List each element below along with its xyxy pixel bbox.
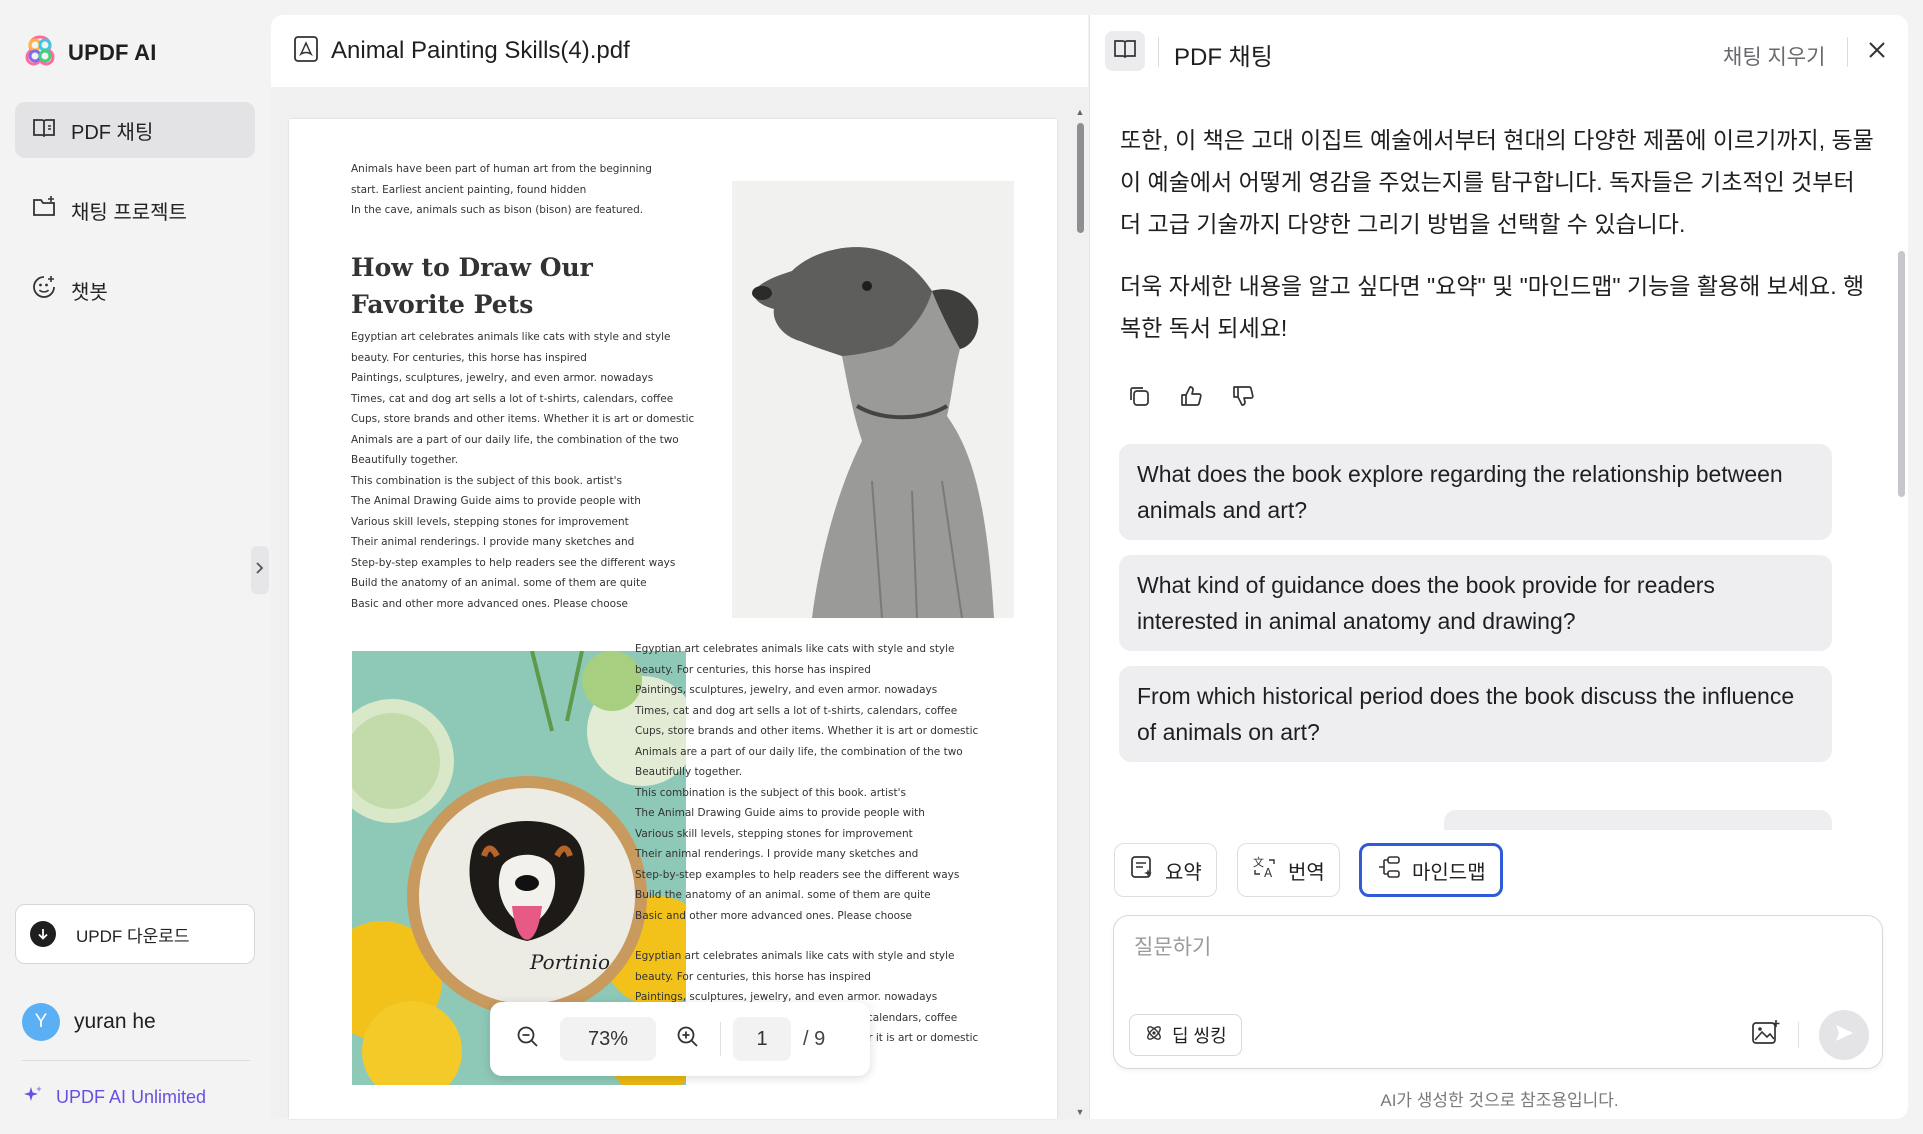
question-input[interactable]	[1134, 936, 1854, 960]
mindmap-icon	[1376, 854, 1402, 886]
deep-thinking-button[interactable]: 딥 씽킹	[1129, 1014, 1242, 1056]
user-account[interactable]: Y yuran he	[22, 1003, 156, 1041]
svg-text:文: 文	[1253, 855, 1264, 869]
sidebar-item-chat-projects[interactable]: 채팅 프로젝트	[15, 182, 255, 238]
outline-button[interactable]	[1105, 31, 1145, 71]
chat-title: PDF 채팅	[1174, 44, 1273, 71]
answer-paragraph: 더욱 자세한 내용을 알고 싶다면 "요약" 및 "마인드맵" 기능을 활용해 …	[1120, 273, 1865, 341]
page-total: / 9	[803, 1027, 826, 1050]
tool-label: 마인드맵	[1412, 861, 1486, 884]
pdf-body-text-left: Egyptian art celebrates animals like cat…	[351, 331, 695, 610]
image-upload-button[interactable]	[1748, 1016, 1784, 1052]
sidebar-divider	[22, 1060, 250, 1061]
thumbs-up-icon[interactable]	[1178, 383, 1204, 414]
document-title: Animal Painting Skills(4).pdf	[331, 37, 630, 64]
clear-chat-button[interactable]: 채팅 지우기	[1723, 41, 1825, 71]
zoom-in-icon	[676, 1025, 700, 1054]
download-label: UPDF 다운로드	[76, 926, 190, 946]
translate-icon: 文A	[1252, 854, 1278, 886]
sidebar-item-pdf-chat[interactable]: PDF 채팅	[15, 102, 255, 158]
sidebar-item-label: 챗봇	[71, 281, 108, 304]
input-divider	[1798, 1022, 1799, 1048]
bot-face-icon	[31, 274, 57, 306]
scroll-up-icon[interactable]: ▲	[1075, 107, 1085, 117]
mindmap-button[interactable]: 마인드맵	[1359, 843, 1503, 897]
app-name: UPDF AI	[68, 39, 157, 65]
send-icon	[1833, 1022, 1855, 1049]
pdf-page: Animals have been part of human art from…	[289, 119, 1057, 1119]
chat-input-box: 딥 씽킹	[1113, 915, 1883, 1069]
toolbar-divider	[720, 1022, 721, 1056]
page-number-input[interactable]: 1	[733, 1017, 791, 1061]
scroll-down-icon[interactable]: ▼	[1075, 1107, 1085, 1117]
suggested-question[interactable]: What does the book explore regarding the…	[1119, 444, 1832, 540]
download-icon	[30, 921, 56, 947]
dog-sketch-image	[732, 181, 1014, 619]
header-divider	[1158, 37, 1159, 67]
chat-pane: PDF 채팅 채팅 지우기 또한, 이 책은 고대 이집트 예술에서부터 현대의…	[1089, 15, 1908, 1119]
sidebar-item-chatbot[interactable]: 챗봇	[15, 262, 255, 318]
suggested-question[interactable]: From which historical period does the bo…	[1119, 666, 1832, 762]
thumbs-down-icon[interactable]	[1230, 383, 1256, 414]
suggested-question-partial[interactable]	[1444, 810, 1832, 830]
embroidery-signature: Portinio	[529, 950, 610, 974]
pdf-intro-text: Animals have been part of human art from…	[351, 163, 652, 216]
updf-logo-icon	[24, 34, 56, 71]
tool-label: 번역	[1288, 861, 1325, 884]
sidebar: UPDF AI PDF 채팅 채팅 프로젝트 챗봇 UPDF 다운로드 Y yu…	[0, 0, 270, 1134]
avatar: Y	[22, 1003, 60, 1041]
chat-header: PDF 채팅 채팅 지우기	[1090, 15, 1909, 87]
image-add-icon	[1751, 1018, 1781, 1051]
send-button[interactable]	[1819, 1010, 1869, 1060]
sparkle-icon	[22, 1084, 44, 1111]
pdf-file-icon	[293, 35, 319, 68]
book-open-icon	[31, 114, 57, 146]
svg-text:A: A	[1264, 866, 1273, 880]
summary-button[interactable]: 요약	[1114, 843, 1217, 897]
summary-icon	[1129, 854, 1155, 886]
pdf-body-text-right: Egyptian art celebrates animals like cat…	[635, 643, 979, 922]
zoom-level[interactable]: 73%	[560, 1017, 656, 1061]
translate-button[interactable]: 文A 번역	[1237, 843, 1340, 897]
answer-paragraph: 또한, 이 책은 고대 이집트 예술에서부터 현대의 다양한 제품에 이르기까지…	[1120, 127, 1874, 237]
document-scrollbar[interactable]: ▲ ▼	[1075, 107, 1085, 1117]
download-button[interactable]: UPDF 다운로드	[15, 904, 255, 964]
book-icon	[1113, 38, 1137, 65]
sidebar-item-label: 채팅 프로젝트	[71, 201, 187, 224]
close-icon	[1867, 40, 1887, 65]
answer-feedback	[1126, 383, 1256, 414]
brand: UPDF AI	[24, 34, 157, 71]
sidebar-collapse-handle[interactable]	[251, 546, 269, 594]
folder-plus-icon	[31, 194, 57, 226]
document-header: Animal Painting Skills(4).pdf	[271, 15, 1088, 87]
sidebar-item-label: PDF 채팅	[71, 121, 154, 144]
atom-icon	[1144, 1023, 1164, 1048]
unlimited-label: UPDF AI Unlimited	[56, 1087, 207, 1107]
copy-icon[interactable]	[1126, 383, 1152, 414]
ai-disclaimer: AI가 생성한 것으로 참조용입니다.	[1380, 1091, 1619, 1110]
pdf-heading: How to Draw Our Favorite Pets	[351, 253, 593, 319]
document-pane: Animal Painting Skills(4).pdf Animals ha…	[271, 15, 1088, 1119]
tool-label: 요약	[1165, 861, 1202, 884]
zoom-toolbar: 73% 1 / 9	[490, 1002, 870, 1076]
deep-thinking-label: 딥 씽킹	[1172, 1026, 1227, 1046]
user-name: yuran he	[74, 1010, 156, 1033]
zoom-out-icon	[516, 1025, 540, 1054]
zoom-out-button[interactable]	[508, 1019, 548, 1059]
header-divider	[1847, 37, 1848, 67]
chat-scroll-thumb[interactable]	[1898, 251, 1905, 497]
close-button[interactable]	[1860, 35, 1894, 69]
chevron-right-icon	[255, 561, 265, 580]
ai-unlimited-link[interactable]: UPDF AI Unlimited	[22, 1084, 206, 1111]
document-viewer[interactable]: Animals have been part of human art from…	[271, 87, 1088, 1119]
zoom-in-button[interactable]	[668, 1019, 708, 1059]
suggested-question[interactable]: What kind of guidance does the book prov…	[1119, 555, 1832, 651]
document-scroll-thumb[interactable]	[1077, 123, 1084, 233]
